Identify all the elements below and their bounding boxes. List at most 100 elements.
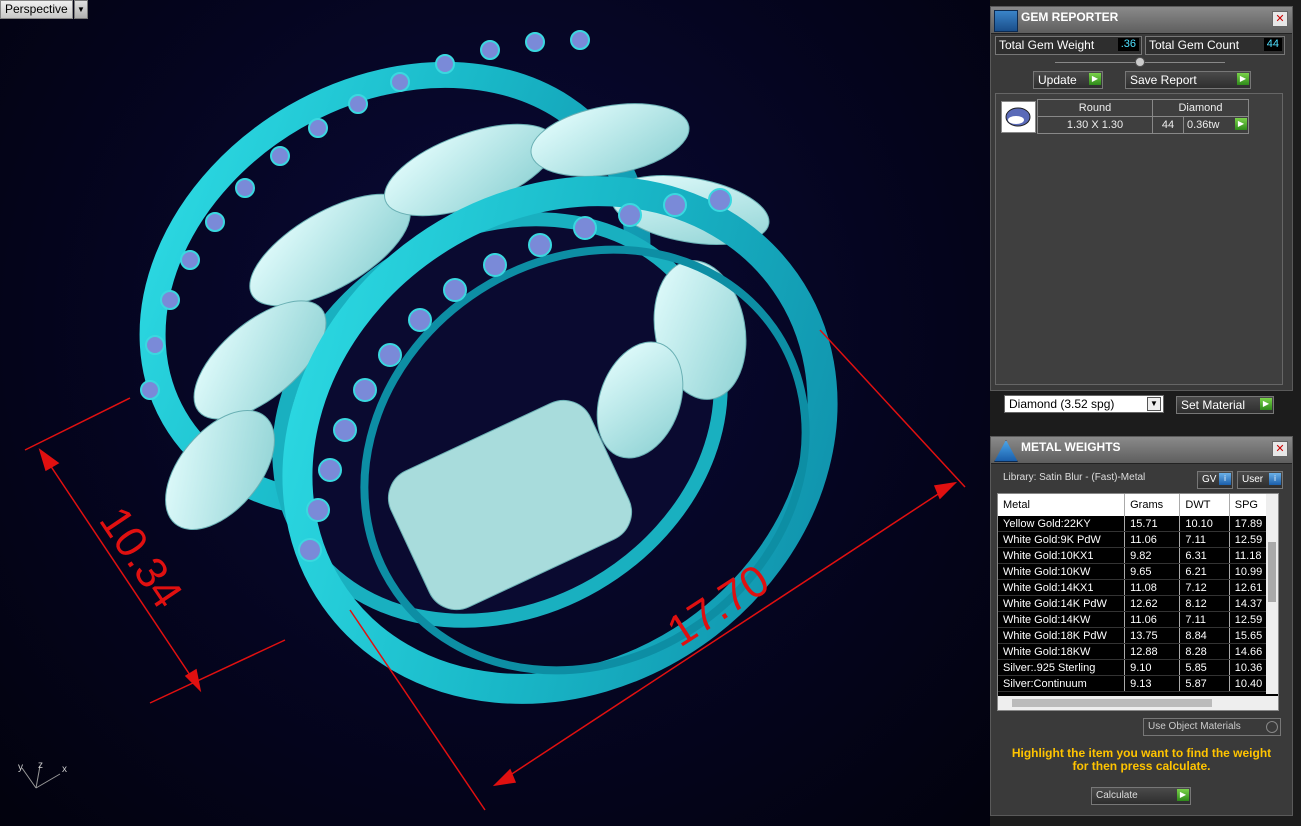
- gem-reporter-title: GEM REPORTER: [1021, 10, 1119, 24]
- col-spg[interactable]: SPG: [1229, 494, 1270, 516]
- close-icon[interactable]: ✕: [1272, 441, 1288, 457]
- perspective-viewport[interactable]: 10.34 17.70 Perspective ▼ y z x: [0, 0, 990, 826]
- play-icon: ▶: [1260, 398, 1272, 410]
- metal-grams: 9.13: [1124, 675, 1181, 692]
- calculate-label: Calculate: [1096, 790, 1138, 801]
- metal-row[interactable]: White Gold:10KX1 9.82 6.31 11.18: [998, 547, 1271, 564]
- metal-name: White Gold:18K PdW: [998, 627, 1126, 644]
- metal-dwt: 7.12: [1179, 579, 1230, 596]
- info-icon: i: [1219, 473, 1231, 485]
- metal-spg: 10.40: [1229, 675, 1271, 692]
- metal-spg: 12.59: [1229, 611, 1271, 628]
- metal-row[interactable]: White Gold:18K PdW 13.75 8.84 15.65: [998, 627, 1271, 644]
- viewport-menu-arrow-icon[interactable]: ▼: [74, 0, 88, 19]
- chevron-down-icon: ▼: [1147, 397, 1161, 411]
- gem-list: [995, 93, 1283, 385]
- metal-dwt: 7.11: [1179, 531, 1230, 548]
- hint-line-1: Highlight the item you want to find the …: [1011, 746, 1272, 760]
- gem-reporter-titlebar[interactable]: GEM REPORTER ✕: [991, 7, 1292, 34]
- metal-row[interactable]: Silver:.925 Sterling 9.10 5.85 10.36: [998, 659, 1271, 676]
- metal-row[interactable]: Silver:Continuum 9.13 5.87 10.40: [998, 675, 1271, 692]
- col-metal[interactable]: Metal: [998, 494, 1126, 516]
- total-gem-weight-value[interactable]: .36: [1117, 38, 1139, 51]
- metal-row[interactable]: White Gold:10KW 9.65 6.21 10.99: [998, 563, 1271, 580]
- save-report-button-label: Save Report: [1130, 73, 1197, 87]
- info-icon: i: [1269, 473, 1281, 485]
- axis-z-label: z: [38, 760, 43, 771]
- metal-table-container: Metal Grams DWT SPG Yellow Gold:22KY 15.7…: [997, 493, 1279, 711]
- gem-slider-thumb[interactable]: [1135, 57, 1145, 67]
- material-select[interactable]: Diamond (3.52 spg) ▼: [1004, 395, 1164, 413]
- gv-label: GV: [1202, 474, 1217, 485]
- gem-table: Round Diamond 1.30 X 1.30 44 0.36tw ▶: [1037, 99, 1249, 134]
- gem-count[interactable]: 44: [1152, 116, 1184, 134]
- metal-row[interactable]: White Gold:14KW 11.06 7.11 12.59: [998, 611, 1271, 628]
- metal-spg: 12.59: [1229, 531, 1271, 548]
- total-gem-weight-field: Total Gem Weight .36: [995, 36, 1142, 55]
- metal-weights-titlebar[interactable]: METAL WEIGHTS ✕: [991, 437, 1292, 464]
- gem-weight-value: 0.36tw: [1187, 119, 1220, 131]
- metal-spg: 17.89: [1229, 516, 1271, 532]
- metal-name: Yellow Gold:22KY: [998, 516, 1126, 532]
- metal-row[interactable]: Yellow Gold:22KY 15.71 10.10 17.89: [998, 516, 1271, 532]
- ring-scene[interactable]: 10.34 17.70: [0, 0, 990, 826]
- play-icon[interactable]: ▶: [1235, 118, 1247, 130]
- gem-thumbnail[interactable]: [1001, 101, 1036, 133]
- viewport-label[interactable]: Perspective: [0, 0, 73, 19]
- metal-dwt: 10.10: [1179, 516, 1230, 532]
- use-object-materials-toggle[interactable]: Use Object Materials: [1143, 718, 1281, 736]
- metal-spg: 14.66: [1229, 643, 1271, 660]
- metal-dwt: 6.21: [1179, 563, 1230, 580]
- metal-row[interactable]: White Gold:18KW 12.88 8.28 14.66: [998, 643, 1271, 660]
- use-object-materials-label: Use Object Materials: [1148, 721, 1241, 732]
- metal-name: White Gold:14KX1: [998, 579, 1126, 596]
- metal-weights-panel: METAL WEIGHTS ✕ Library: Satin Blur - (F…: [990, 436, 1293, 816]
- metal-spg: 15.65: [1229, 627, 1271, 644]
- vscroll-thumb[interactable]: [1268, 542, 1276, 602]
- hscroll-thumb[interactable]: [1012, 699, 1212, 707]
- metal-grams: 9.82: [1124, 547, 1181, 564]
- update-button-label: Update: [1038, 73, 1077, 87]
- metal-dwt: 8.84: [1179, 627, 1230, 644]
- play-icon: ▶: [1237, 73, 1249, 85]
- col-dwt[interactable]: DWT: [1179, 494, 1230, 516]
- metal-table: Metal Grams DWT SPG Yellow Gold:22KY 15.7…: [998, 494, 1271, 692]
- calculate-button[interactable]: Calculate ▶: [1091, 787, 1191, 805]
- update-button[interactable]: Update ▶: [1033, 71, 1103, 89]
- set-material-button[interactable]: Set Material ▶: [1176, 396, 1274, 414]
- metal-table-vscroll[interactable]: [1266, 494, 1278, 694]
- metal-name: White Gold:10KW: [998, 563, 1126, 580]
- gem-reporter-icon: [994, 10, 1018, 32]
- metal-spg: 10.36: [1229, 659, 1271, 676]
- set-material-label: Set Material: [1181, 398, 1246, 412]
- material-select-value: Diamond (3.52 spg): [1009, 397, 1115, 411]
- metal-spg: 12.61: [1229, 579, 1271, 596]
- metal-table-hscroll[interactable]: [998, 696, 1278, 710]
- gem-header-diamond: Diamond: [1152, 99, 1249, 117]
- close-icon[interactable]: ✕: [1272, 11, 1288, 27]
- play-icon: ▶: [1089, 73, 1101, 85]
- metal-grams: 15.71: [1124, 516, 1181, 532]
- metal-dwt: 8.12: [1179, 595, 1230, 612]
- user-label: User: [1242, 474, 1264, 485]
- metal-row[interactable]: White Gold:14K PdW 12.62 8.12 14.37: [998, 595, 1271, 612]
- total-gem-count-value[interactable]: 44: [1263, 38, 1282, 51]
- gem-weight[interactable]: 0.36tw ▶: [1183, 116, 1249, 134]
- library-label: Library: Satin Blur - (Fast)-Metal: [1003, 472, 1146, 483]
- radio-icon: [1266, 721, 1278, 733]
- gem-size[interactable]: 1.30 X 1.30: [1037, 116, 1153, 134]
- metal-name: Silver:Continuum: [998, 675, 1126, 692]
- save-report-button[interactable]: Save Report ▶: [1125, 71, 1251, 89]
- user-button[interactable]: User i: [1237, 471, 1283, 489]
- metal-grams: 11.06: [1124, 531, 1181, 548]
- gv-button[interactable]: GV i: [1197, 471, 1233, 489]
- col-grams[interactable]: Grams: [1124, 494, 1181, 516]
- total-gem-weight-label: Total Gem Weight: [999, 38, 1095, 52]
- metal-dwt: 8.28: [1179, 643, 1230, 660]
- axis-x-label: x: [62, 764, 67, 775]
- metal-name: White Gold:9K PdW: [998, 531, 1126, 548]
- metal-spg: 10.99: [1229, 563, 1271, 580]
- axis-y-label: y: [18, 762, 23, 773]
- metal-row[interactable]: White Gold:14KX1 11.08 7.12 12.61: [998, 579, 1271, 596]
- metal-row[interactable]: White Gold:9K PdW 11.06 7.11 12.59: [998, 531, 1271, 548]
